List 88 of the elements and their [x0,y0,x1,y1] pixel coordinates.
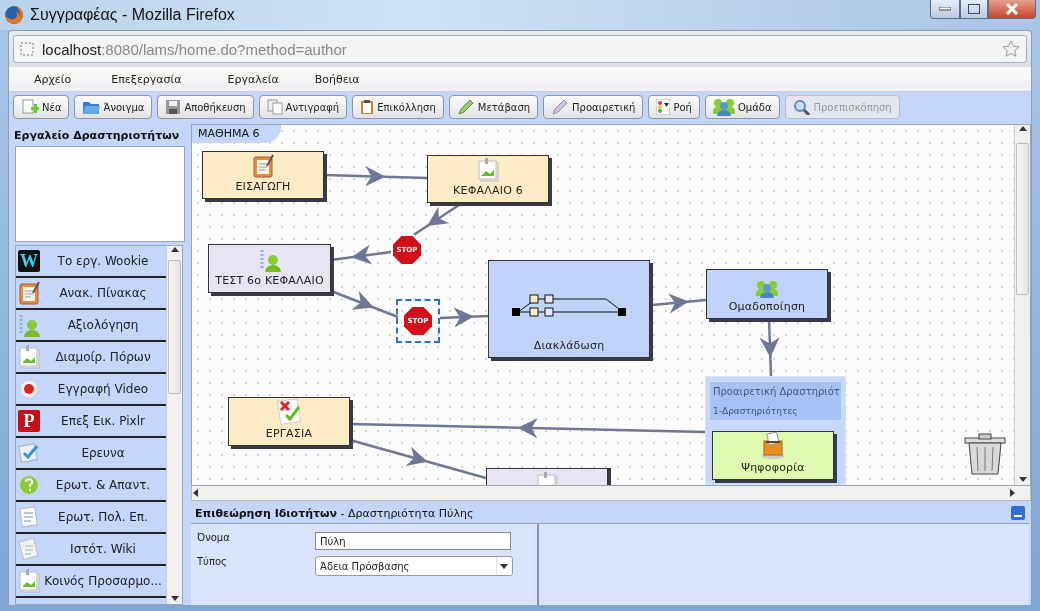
picture-icon [477,158,499,182]
menu-item[interactable]: Βοήθεια [303,72,371,86]
pencil-icon [456,99,475,115]
container-subtitle: 1-Δραστηριότητες [713,405,799,416]
people-icon [756,280,778,298]
toolbar-button[interactable]: Προαιρετική [543,95,644,119]
new-file-icon [21,99,39,115]
window-title: Συγγραφέας - Mozilla Firefox [30,6,235,24]
folder-icon [82,99,101,115]
document-icon [18,506,40,528]
notepad-icon [252,154,274,178]
close-button[interactable] [988,0,1036,19]
type-dropdown[interactable]: Άδεια Πρόσβασης [315,556,513,576]
person-chart-icon [258,248,281,272]
activity-label: Ψηφοφορία [741,461,805,474]
scrollbar[interactable] [1014,125,1030,485]
picture-icon [18,345,40,369]
activity-label: Ομαδοποίηση [728,300,806,313]
toolbar-button[interactable]: Επικόλληση [352,95,444,119]
logo-icon: P [18,410,40,432]
activity-label: ΕΡΓΑΣΙΑ [265,427,313,440]
toolbar-button[interactable]: Ομάδα [704,95,780,119]
connector-arrow [439,307,489,328]
tool-item[interactable]: Ανακ. Πίνακας [16,278,166,310]
toolbar-button[interactable]: Μετάβαση [448,95,539,119]
connector-arrow [651,293,707,314]
maximize-button[interactable] [960,0,988,19]
tool-item[interactable]: Διαμοίρ. Πόρων [16,342,166,374]
traffic-light-icon [656,99,671,115]
activity-label: ΕΙΣΑΓΩΓΗ [235,180,291,193]
activity-label: ΤΕΣΤ 6ο ΚΕΦΑΛΑΙΟ [215,274,324,287]
trash-can-icon[interactable] [964,433,1006,475]
panel-title: Εργαλείο Δραστηριοτήτων [13,128,181,144]
scrollbar[interactable] [191,486,1031,501]
field-label: Τύπος [197,556,228,569]
copy-icon [266,99,283,115]
tool-item[interactable]: Κοινός Προσαρμο... [16,566,166,598]
container-title: Προαιρετική Δραστηριότ [713,386,841,398]
minimize-icon[interactable] [1011,506,1025,520]
field-label: Όνομα [197,532,231,545]
optional-activity-container[interactable]: Προαιρετική Δραστηριότ 1-Δραστηριότητες Ψηφοφορία [705,376,846,485]
scrollbar[interactable] [166,246,182,604]
activity-label: ΚΕΦΑΛΑΙΟ 6 [453,184,523,197]
activity-node[interactable]: ΕΙΣΑΓΩΓΗ [202,151,324,199]
toolbar-button[interactable]: Άνοιγμα [74,95,153,119]
branch-diagram-icon [512,293,626,317]
properties-title: Επιθεώρηση Ιδιοτήτων - Δραστηριότητα Πύλης [195,506,474,520]
star-icon[interactable] [1002,40,1020,58]
ballot-box-icon [759,431,787,459]
activity-node[interactable]: Ψηφοφορία [712,431,834,480]
notepad-icon [18,281,40,305]
activity-node[interactable]: ΤΕΣΤ 6ο ΚΕΦΑΛΑΙΟ [208,244,331,293]
record-icon [18,378,40,400]
people-icon [712,98,735,116]
browser-logo-icon [4,5,24,25]
pencil-icon [551,99,570,115]
toolbar-button[interactable]: Αντιγραφή [258,95,348,119]
activity-node[interactable]: Ομαδοποίηση [706,269,828,319]
address-bar[interactable]: localhost:8080/lams/home.do?method=author [13,35,1027,63]
activity-node[interactable] [486,468,608,485]
activity-node[interactable]: ΚΕΦΑΛΑΙΟ 6 [427,155,549,203]
activity-node[interactable]: ΕΡΓΑΣΙΑ [228,397,350,446]
checklist-icon [18,442,40,464]
page-icon [20,42,34,56]
close-icon [1005,3,1019,15]
activity-label: Διακλάδωση [533,339,605,352]
logo-icon: W [18,250,40,272]
clipboard-icon [360,99,375,115]
toolbar-button[interactable]: Αποθήκευση [157,95,254,119]
connector-arrow [411,203,460,238]
minimize-icon [939,7,951,11]
person-chart-icon [18,313,40,337]
activity-node[interactable]: Διακλάδωση [488,260,650,358]
minimize-button[interactable] [930,0,960,19]
menu-item[interactable]: Αρχείο [23,72,83,86]
menu-item[interactable]: Εργαλεία [216,72,290,86]
question-icon [18,474,40,496]
url-text: localhost:8080/lams/home.do?method=author [42,40,348,58]
name-field[interactable]: Πύλη [315,532,511,550]
search-icon [792,99,811,115]
maximize-icon [968,4,980,14]
toolbar-button[interactable]: Νέα [13,95,70,119]
toolbar-button[interactable]: Ροή [648,95,700,119]
menu-item[interactable]: Επεξεργασία [100,72,193,86]
picture-icon [18,569,40,593]
lesson-tab[interactable]: ΜΑΘΗΜΑ 6 [192,125,282,143]
document-icon [18,538,40,560]
cross-check-icon [276,397,302,425]
